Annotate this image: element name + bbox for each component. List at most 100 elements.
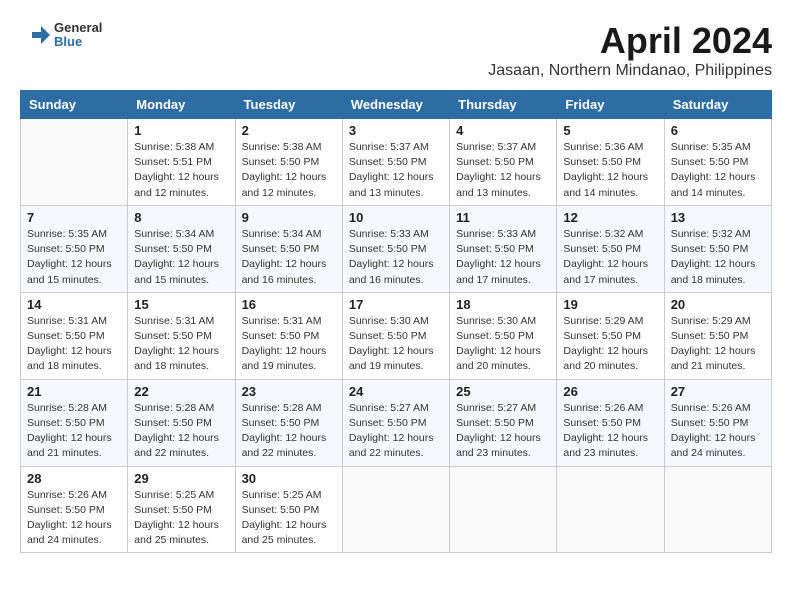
day-info: Sunrise: 5:32 AM Sunset: 5:50 PM Dayligh… bbox=[671, 227, 765, 288]
calendar-cell: 14 Sunrise: 5:31 AM Sunset: 5:50 PM Dayli… bbox=[21, 292, 128, 379]
calendar-header: SundayMondayTuesdayWednesdayThursdayFrid… bbox=[21, 91, 772, 119]
day-number: 28 bbox=[27, 471, 121, 486]
day-number: 27 bbox=[671, 384, 765, 399]
month-title: April 2024 bbox=[488, 20, 772, 62]
weekday-header-monday: Monday bbox=[128, 91, 235, 119]
weekday-header-row: SundayMondayTuesdayWednesdayThursdayFrid… bbox=[21, 91, 772, 119]
calendar-cell: 13 Sunrise: 5:32 AM Sunset: 5:50 PM Dayli… bbox=[664, 205, 771, 292]
day-info: Sunrise: 5:31 AM Sunset: 5:50 PM Dayligh… bbox=[242, 314, 336, 375]
calendar-cell: 18 Sunrise: 5:30 AM Sunset: 5:50 PM Dayli… bbox=[450, 292, 557, 379]
day-info: Sunrise: 5:28 AM Sunset: 5:50 PM Dayligh… bbox=[27, 401, 121, 462]
day-number: 4 bbox=[456, 123, 550, 138]
logo-text: General Blue bbox=[54, 21, 102, 50]
day-info: Sunrise: 5:26 AM Sunset: 5:50 PM Dayligh… bbox=[563, 401, 657, 462]
calendar-table: SundayMondayTuesdayWednesdayThursdayFrid… bbox=[20, 90, 772, 553]
day-info: Sunrise: 5:28 AM Sunset: 5:50 PM Dayligh… bbox=[242, 401, 336, 462]
day-number: 7 bbox=[27, 210, 121, 225]
calendar-cell: 20 Sunrise: 5:29 AM Sunset: 5:50 PM Dayli… bbox=[664, 292, 771, 379]
calendar-cell bbox=[557, 466, 664, 553]
day-number: 15 bbox=[134, 297, 228, 312]
day-info: Sunrise: 5:27 AM Sunset: 5:50 PM Dayligh… bbox=[456, 401, 550, 462]
calendar-week-3: 14 Sunrise: 5:31 AM Sunset: 5:50 PM Dayli… bbox=[21, 292, 772, 379]
day-number: 26 bbox=[563, 384, 657, 399]
calendar-cell: 11 Sunrise: 5:33 AM Sunset: 5:50 PM Dayli… bbox=[450, 205, 557, 292]
weekday-header-saturday: Saturday bbox=[664, 91, 771, 119]
calendar-cell: 12 Sunrise: 5:32 AM Sunset: 5:50 PM Dayli… bbox=[557, 205, 664, 292]
day-number: 16 bbox=[242, 297, 336, 312]
calendar-cell: 29 Sunrise: 5:25 AM Sunset: 5:50 PM Dayli… bbox=[128, 466, 235, 553]
day-info: Sunrise: 5:38 AM Sunset: 5:50 PM Dayligh… bbox=[242, 140, 336, 201]
day-number: 12 bbox=[563, 210, 657, 225]
day-info: Sunrise: 5:34 AM Sunset: 5:50 PM Dayligh… bbox=[134, 227, 228, 288]
day-number: 5 bbox=[563, 123, 657, 138]
day-info: Sunrise: 5:31 AM Sunset: 5:50 PM Dayligh… bbox=[27, 314, 121, 375]
calendar-cell: 6 Sunrise: 5:35 AM Sunset: 5:50 PM Daylig… bbox=[664, 119, 771, 206]
calendar-cell: 21 Sunrise: 5:28 AM Sunset: 5:50 PM Dayli… bbox=[21, 379, 128, 466]
calendar-cell: 7Sunrise: 5:35 AM Sunset: 5:50 PM Daylig… bbox=[21, 205, 128, 292]
calendar-cell: 2Sunrise: 5:38 AM Sunset: 5:50 PM Daylig… bbox=[235, 119, 342, 206]
day-info: Sunrise: 5:29 AM Sunset: 5:50 PM Dayligh… bbox=[671, 314, 765, 375]
calendar-cell: 3 Sunrise: 5:37 AM Sunset: 5:50 PM Daylig… bbox=[342, 119, 449, 206]
day-number: 3 bbox=[349, 123, 443, 138]
calendar-cell: 30Sunrise: 5:25 AM Sunset: 5:50 PM Dayli… bbox=[235, 466, 342, 553]
weekday-header-friday: Friday bbox=[557, 91, 664, 119]
day-info: Sunrise: 5:33 AM Sunset: 5:50 PM Dayligh… bbox=[456, 227, 550, 288]
weekday-header-sunday: Sunday bbox=[21, 91, 128, 119]
calendar-cell bbox=[21, 119, 128, 206]
calendar-cell: 22 Sunrise: 5:28 AM Sunset: 5:50 PM Dayli… bbox=[128, 379, 235, 466]
calendar-cell: 4 Sunrise: 5:37 AM Sunset: 5:50 PM Daylig… bbox=[450, 119, 557, 206]
calendar-cell: 5 Sunrise: 5:36 AM Sunset: 5:50 PM Daylig… bbox=[557, 119, 664, 206]
calendar-cell: 17Sunrise: 5:30 AM Sunset: 5:50 PM Dayli… bbox=[342, 292, 449, 379]
day-number: 21 bbox=[27, 384, 121, 399]
day-number: 22 bbox=[134, 384, 228, 399]
calendar-cell: 8 Sunrise: 5:34 AM Sunset: 5:50 PM Daylig… bbox=[128, 205, 235, 292]
day-number: 29 bbox=[134, 471, 228, 486]
calendar-cell: 16 Sunrise: 5:31 AM Sunset: 5:50 PM Dayli… bbox=[235, 292, 342, 379]
day-info: Sunrise: 5:29 AM Sunset: 5:50 PM Dayligh… bbox=[563, 314, 657, 375]
day-number: 6 bbox=[671, 123, 765, 138]
day-number: 14 bbox=[27, 297, 121, 312]
calendar-cell: 19 Sunrise: 5:29 AM Sunset: 5:50 PM Dayli… bbox=[557, 292, 664, 379]
calendar-body: 1Sunrise: 5:38 AM Sunset: 5:51 PM Daylig… bbox=[21, 119, 772, 553]
calendar-cell: 1Sunrise: 5:38 AM Sunset: 5:51 PM Daylig… bbox=[128, 119, 235, 206]
calendar-cell: 10Sunrise: 5:33 AM Sunset: 5:50 PM Dayli… bbox=[342, 205, 449, 292]
calendar-week-1: 1Sunrise: 5:38 AM Sunset: 5:51 PM Daylig… bbox=[21, 119, 772, 206]
day-number: 9 bbox=[242, 210, 336, 225]
title-block: April 2024 Jasaan, Northern Mindanao, Ph… bbox=[488, 20, 772, 80]
day-number: 25 bbox=[456, 384, 550, 399]
day-info: Sunrise: 5:36 AM Sunset: 5:50 PM Dayligh… bbox=[563, 140, 657, 201]
calendar-cell: 25 Sunrise: 5:27 AM Sunset: 5:50 PM Dayli… bbox=[450, 379, 557, 466]
day-info: Sunrise: 5:37 AM Sunset: 5:50 PM Dayligh… bbox=[456, 140, 550, 201]
day-number: 24 bbox=[349, 384, 443, 399]
location-title: Jasaan, Northern Mindanao, Philippines bbox=[488, 62, 772, 80]
day-info: Sunrise: 5:35 AM Sunset: 5:50 PM Dayligh… bbox=[671, 140, 765, 201]
calendar-cell: 26 Sunrise: 5:26 AM Sunset: 5:50 PM Dayli… bbox=[557, 379, 664, 466]
day-number: 13 bbox=[671, 210, 765, 225]
day-info: Sunrise: 5:30 AM Sunset: 5:50 PM Dayligh… bbox=[456, 314, 550, 375]
day-info: Sunrise: 5:37 AM Sunset: 5:50 PM Dayligh… bbox=[349, 140, 443, 201]
day-info: Sunrise: 5:25 AM Sunset: 5:50 PM Dayligh… bbox=[134, 488, 228, 549]
calendar-week-5: 28 Sunrise: 5:26 AM Sunset: 5:50 PM Dayli… bbox=[21, 466, 772, 553]
weekday-header-tuesday: Tuesday bbox=[235, 91, 342, 119]
calendar-week-4: 21 Sunrise: 5:28 AM Sunset: 5:50 PM Dayli… bbox=[21, 379, 772, 466]
day-number: 19 bbox=[563, 297, 657, 312]
calendar-cell bbox=[342, 466, 449, 553]
calendar-cell: 24Sunrise: 5:27 AM Sunset: 5:50 PM Dayli… bbox=[342, 379, 449, 466]
day-info: Sunrise: 5:26 AM Sunset: 5:50 PM Dayligh… bbox=[27, 488, 121, 549]
calendar-week-2: 7Sunrise: 5:35 AM Sunset: 5:50 PM Daylig… bbox=[21, 205, 772, 292]
day-info: Sunrise: 5:30 AM Sunset: 5:50 PM Dayligh… bbox=[349, 314, 443, 375]
day-info: Sunrise: 5:33 AM Sunset: 5:50 PM Dayligh… bbox=[349, 227, 443, 288]
calendar-cell bbox=[450, 466, 557, 553]
logo-icon bbox=[20, 20, 50, 50]
day-number: 30 bbox=[242, 471, 336, 486]
page-header: General Blue April 2024 Jasaan, Northern… bbox=[20, 20, 772, 80]
day-number: 18 bbox=[456, 297, 550, 312]
day-number: 11 bbox=[456, 210, 550, 225]
weekday-header-thursday: Thursday bbox=[450, 91, 557, 119]
day-info: Sunrise: 5:34 AM Sunset: 5:50 PM Dayligh… bbox=[242, 227, 336, 288]
day-info: Sunrise: 5:32 AM Sunset: 5:50 PM Dayligh… bbox=[563, 227, 657, 288]
day-number: 20 bbox=[671, 297, 765, 312]
day-number: 8 bbox=[134, 210, 228, 225]
day-number: 23 bbox=[242, 384, 336, 399]
day-info: Sunrise: 5:28 AM Sunset: 5:50 PM Dayligh… bbox=[134, 401, 228, 462]
